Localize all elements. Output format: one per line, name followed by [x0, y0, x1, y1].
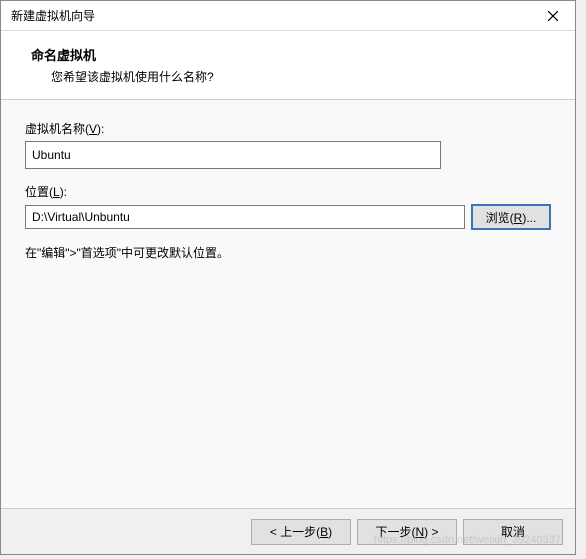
cancel-button[interactable]: 取消: [463, 519, 563, 545]
close-button[interactable]: [531, 1, 575, 31]
hint-text: 在"编辑">"首选项"中可更改默认位置。: [25, 244, 551, 261]
browse-button[interactable]: 浏览(R)...: [471, 204, 551, 230]
back-button[interactable]: < 上一步(B): [251, 519, 351, 545]
wizard-footer: < 上一步(B) 下一步(N) > 取消: [1, 508, 575, 554]
vm-name-label: 虚拟机名称(V):: [25, 120, 551, 137]
page-title: 命名虚拟机: [31, 45, 551, 64]
content-area: 虚拟机名称(V): 位置(L): 浏览(R)... 在"编辑">"首选项"中可更…: [1, 100, 575, 520]
location-input[interactable]: [25, 205, 465, 229]
vm-name-input[interactable]: [25, 141, 441, 169]
location-group: 位置(L): 浏览(R)...: [25, 183, 551, 230]
next-button[interactable]: 下一步(N) >: [357, 519, 457, 545]
dialog-title: 新建虚拟机向导: [11, 7, 95, 24]
wizard-dialog: 新建虚拟机向导 命名虚拟机 您希望该虚拟机使用什么名称? 虚拟机名称(V): 位…: [0, 0, 576, 555]
vm-name-group: 虚拟机名称(V):: [25, 120, 551, 169]
page-subtitle: 您希望该虚拟机使用什么名称?: [51, 68, 551, 85]
close-icon: [548, 11, 558, 21]
location-label: 位置(L):: [25, 183, 551, 200]
wizard-header: 命名虚拟机 您希望该虚拟机使用什么名称?: [1, 31, 575, 100]
titlebar: 新建虚拟机向导: [1, 1, 575, 31]
location-row: 浏览(R)...: [25, 204, 551, 230]
